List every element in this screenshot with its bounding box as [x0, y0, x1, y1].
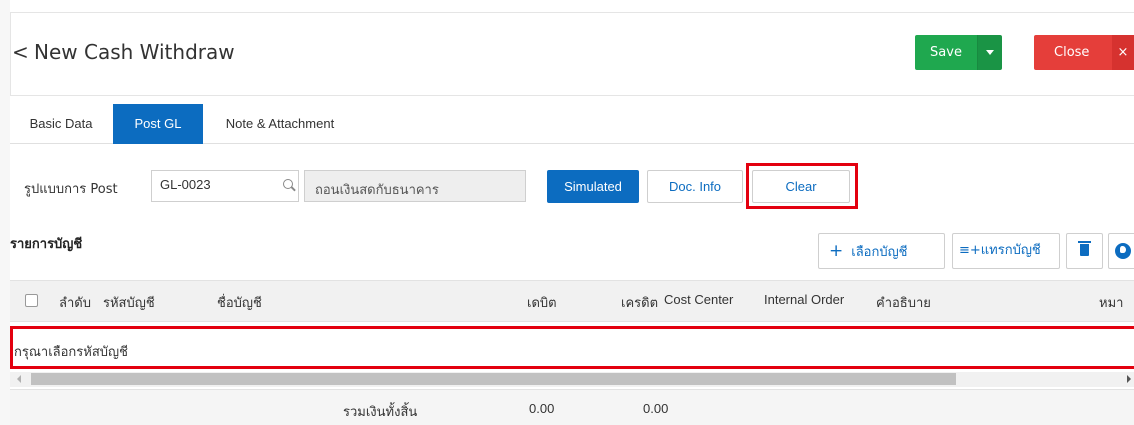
col-debit: เดบิต: [527, 296, 557, 311]
doc-info-button[interactable]: Doc. Info: [647, 170, 743, 203]
col-note: หมา: [1099, 296, 1124, 311]
scroll-left-icon[interactable]: [17, 375, 21, 383]
col-seq: ลำดับ: [59, 296, 91, 311]
highlight-box-clear: [746, 163, 858, 209]
col-description: คำอธิบาย: [876, 296, 931, 311]
table-footer: [10, 389, 1134, 425]
col-account-name: ชื่อบัญชี: [217, 296, 262, 311]
simulated-button[interactable]: Simulated: [547, 170, 639, 203]
scroll-right-icon[interactable]: [1127, 375, 1131, 383]
left-gutter: [0, 0, 10, 425]
highlight-box-row: [10, 326, 1134, 369]
close-button[interactable]: Close: [1034, 35, 1112, 70]
caret-down-icon: [986, 50, 994, 55]
delete-button[interactable]: [1066, 233, 1103, 269]
select-all-checkbox[interactable]: [25, 294, 38, 307]
post-format-label: รูปแบบการ Post: [24, 182, 118, 197]
scrollbar-thumb[interactable]: [31, 373, 956, 385]
globe-button[interactable]: [1108, 233, 1134, 269]
post-description-field: ถอนเงินสดกับธนาคาร: [304, 170, 526, 202]
col-internal-order: Internal Order: [764, 292, 845, 307]
search-icon[interactable]: [283, 179, 293, 189]
save-options-dropdown[interactable]: [977, 35, 1002, 70]
table-header: [10, 280, 1134, 322]
insert-account-button[interactable]: ≡+แทรกบัญชี: [952, 233, 1060, 269]
col-account-code: รหัสบัญชี: [103, 296, 155, 311]
chevron-left-icon[interactable]: <: [12, 40, 29, 64]
plus-icon: +: [829, 241, 844, 261]
section-title-accounts: รายการบัญชี: [10, 237, 83, 252]
tab-post-gl[interactable]: Post GL: [113, 104, 203, 144]
total-debit: 0.00: [529, 401, 555, 416]
page-title: New Cash Withdraw: [34, 40, 235, 64]
col-cost-center: Cost Center: [664, 292, 734, 307]
col-credit: เครดิต: [621, 296, 659, 311]
tab-note-attachment[interactable]: Note & Attachment: [205, 104, 355, 144]
post-code-input[interactable]: GL-0023: [151, 170, 299, 202]
save-button[interactable]: Save: [915, 35, 977, 70]
close-x-icon[interactable]: ×: [1112, 35, 1134, 70]
trash-icon: [1078, 241, 1091, 256]
globe-icon: [1115, 243, 1131, 259]
select-account-label: เลือกบัญชี: [851, 245, 908, 260]
tab-basic-data[interactable]: Basic Data: [12, 104, 110, 144]
total-credit: 0.00: [643, 401, 669, 416]
select-account-button[interactable]: + เลือกบัญชี: [818, 233, 945, 269]
total-label: รวมเงินทั้งสิ้น: [343, 405, 418, 420]
